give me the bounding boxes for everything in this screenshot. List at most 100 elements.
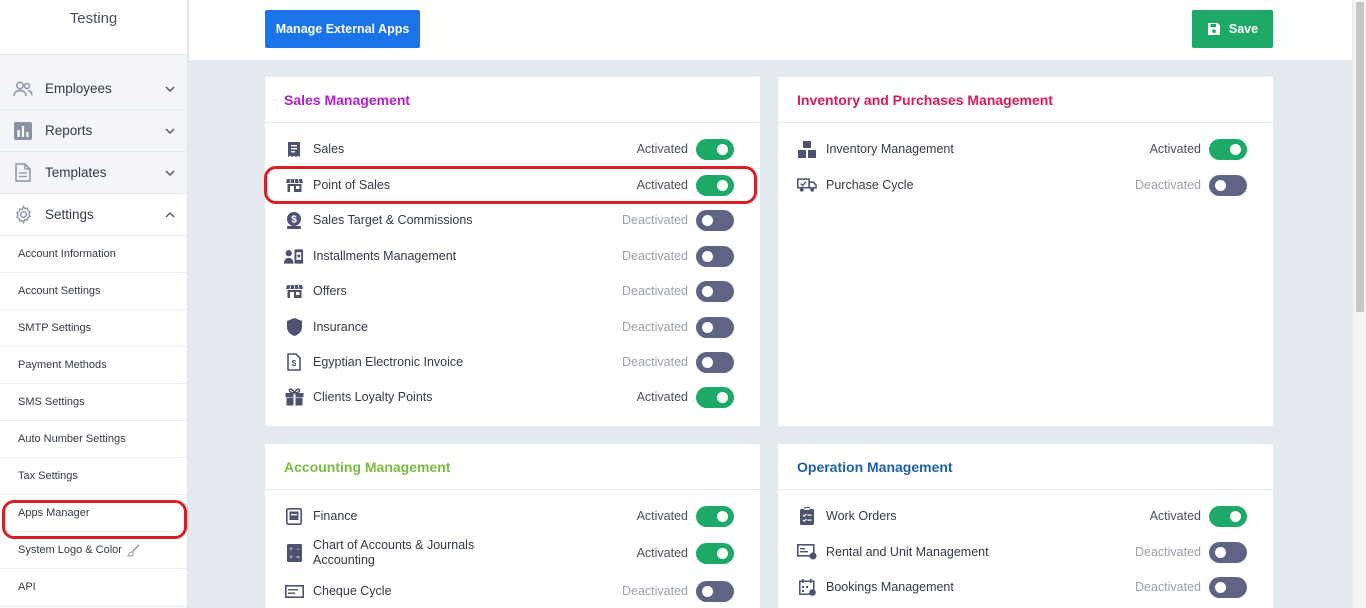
nav-label: Templates	[45, 165, 107, 180]
activation-toggle[interactable]	[1209, 576, 1247, 598]
section-title: Inventory and Purchases Management	[778, 77, 1273, 123]
activation-toggle[interactable]	[696, 505, 734, 527]
calendar-icon	[797, 577, 817, 597]
app-row: + − × = Chart of Accounts & Journals Account…	[265, 538, 760, 568]
sales-management-card: Sales Management Sales Activated Point of …	[265, 77, 760, 426]
svg-text:+: +	[289, 547, 293, 553]
svg-text:$: $	[292, 359, 297, 368]
activation-toggle[interactable]	[1209, 541, 1247, 563]
toggle-knob	[1230, 143, 1241, 155]
toggle-knob	[1215, 581, 1226, 593]
chevron-down-icon	[165, 126, 175, 136]
activation-toggle[interactable]	[696, 174, 734, 196]
app-status: Activated	[636, 178, 688, 192]
main-nav: Employees Reports Templates Settings Acc…	[0, 68, 187, 606]
app-label: Insurance	[313, 319, 368, 334]
app-row: Work Orders Activated	[778, 501, 1273, 531]
activation-toggle[interactable]	[696, 245, 734, 267]
settings-item-account-settings[interactable]: Account Settings	[0, 273, 187, 310]
app-status: Deactivated	[1134, 580, 1201, 594]
toggle-knob	[717, 179, 728, 191]
store-icon	[284, 175, 304, 195]
activation-toggle[interactable]	[696, 280, 734, 302]
settings-item-auto-number-settings[interactable]: Auto Number Settings	[0, 421, 187, 458]
save-button[interactable]: Save	[1192, 10, 1273, 48]
cheque-icon	[284, 581, 304, 601]
toggle-knob	[702, 321, 713, 333]
nav-templates[interactable]: Templates	[0, 152, 187, 194]
activation-toggle[interactable]	[696, 138, 734, 160]
gear-icon	[13, 205, 33, 225]
store-icon	[284, 281, 304, 301]
users-icon	[13, 79, 33, 99]
chevron-down-icon	[165, 168, 175, 178]
app-row: Rental and Unit Management Deactivated	[778, 537, 1273, 567]
app-status: Deactivated	[1134, 545, 1201, 559]
app-label: Installments Management	[313, 248, 457, 263]
company-name: Testing	[69, 10, 118, 27]
app-label: Inventory Management	[826, 141, 954, 156]
settings-item-sms-settings[interactable]: SMS Settings	[0, 384, 187, 421]
svg-text:−: −	[296, 547, 300, 553]
gift-icon	[284, 387, 304, 407]
settings-item-api[interactable]: API	[0, 569, 187, 606]
app-status: Deactivated	[621, 249, 688, 263]
activation-toggle[interactable]	[696, 316, 734, 338]
document-icon	[13, 163, 33, 183]
app-status: Deactivated	[621, 584, 688, 598]
toggle-knob	[702, 250, 713, 262]
app-label: Point of Sales	[313, 177, 391, 192]
installments-icon	[284, 246, 304, 266]
toolbar: Manage External Apps Save	[189, 0, 1352, 60]
settings-item-apps-manager[interactable]: Apps Manager	[0, 495, 187, 532]
settings-item-account-information[interactable]: Account Information	[0, 236, 187, 273]
app-label: Egyptian Electronic Invoice	[313, 354, 464, 369]
manage-external-apps-button[interactable]: Manage External Apps	[265, 10, 420, 48]
nav-reports[interactable]: Reports	[0, 110, 187, 152]
nav-settings[interactable]: Settings	[0, 194, 187, 236]
activation-toggle[interactable]	[696, 386, 734, 408]
app-label: Bookings Management	[826, 579, 954, 594]
app-row: Purchase Cycle Deactivated	[778, 170, 1273, 200]
settings-item-payment-methods[interactable]: Payment Methods	[0, 347, 187, 384]
settings-item-smtp-settings[interactable]: SMTP Settings	[0, 310, 187, 347]
app-status: Activated	[636, 390, 688, 404]
activation-toggle[interactable]	[1209, 505, 1247, 527]
brush-icon	[126, 543, 140, 557]
section-title: Operation Management	[778, 444, 1273, 490]
app-status: Activated	[1149, 509, 1201, 523]
app-row: $ Egyptian Electronic Invoice Deactivated	[265, 347, 760, 377]
app-status: Deactivated	[621, 284, 688, 298]
vertical-scrollbar[interactable]	[1352, 0, 1366, 608]
toggle-knob	[717, 510, 728, 522]
nav-employees[interactable]: Employees	[0, 68, 187, 110]
section-title: Sales Management	[265, 77, 760, 123]
rental-icon	[797, 542, 817, 562]
chevron-up-icon	[165, 210, 175, 220]
activation-toggle[interactable]	[1209, 174, 1247, 196]
shield-icon	[284, 317, 304, 337]
app-row: Sales Activated	[265, 134, 760, 164]
app-label: Work Orders	[826, 508, 897, 523]
app-label: Cheque Cycle	[313, 583, 392, 598]
activation-toggle[interactable]	[1209, 138, 1247, 160]
section-title: Accounting Management	[265, 444, 760, 490]
nav-label: Settings	[45, 207, 94, 222]
activation-toggle[interactable]	[696, 580, 734, 602]
floppy-disk-icon	[1207, 22, 1221, 36]
calculator-icon: + − × =	[284, 543, 304, 563]
sub-item-label: System Logo & Color	[18, 544, 122, 556]
app-label: Sales Target & Commissions	[313, 212, 473, 227]
activation-toggle[interactable]	[696, 351, 734, 373]
app-status: Activated	[636, 546, 688, 560]
boxes-icon	[797, 139, 817, 159]
app-status: Deactivated	[1134, 178, 1201, 192]
scrollbar-thumb[interactable]	[1356, 2, 1364, 312]
settings-item-system-logo-color[interactable]: System Logo & Color	[0, 532, 187, 569]
settings-item-tax-settings[interactable]: Tax Settings	[0, 458, 187, 495]
toggle-knob	[702, 585, 713, 597]
nav-label: Employees	[45, 81, 112, 96]
activation-toggle[interactable]	[696, 542, 734, 564]
activation-toggle[interactable]	[696, 209, 734, 231]
app-row: Finance Activated	[265, 501, 760, 531]
